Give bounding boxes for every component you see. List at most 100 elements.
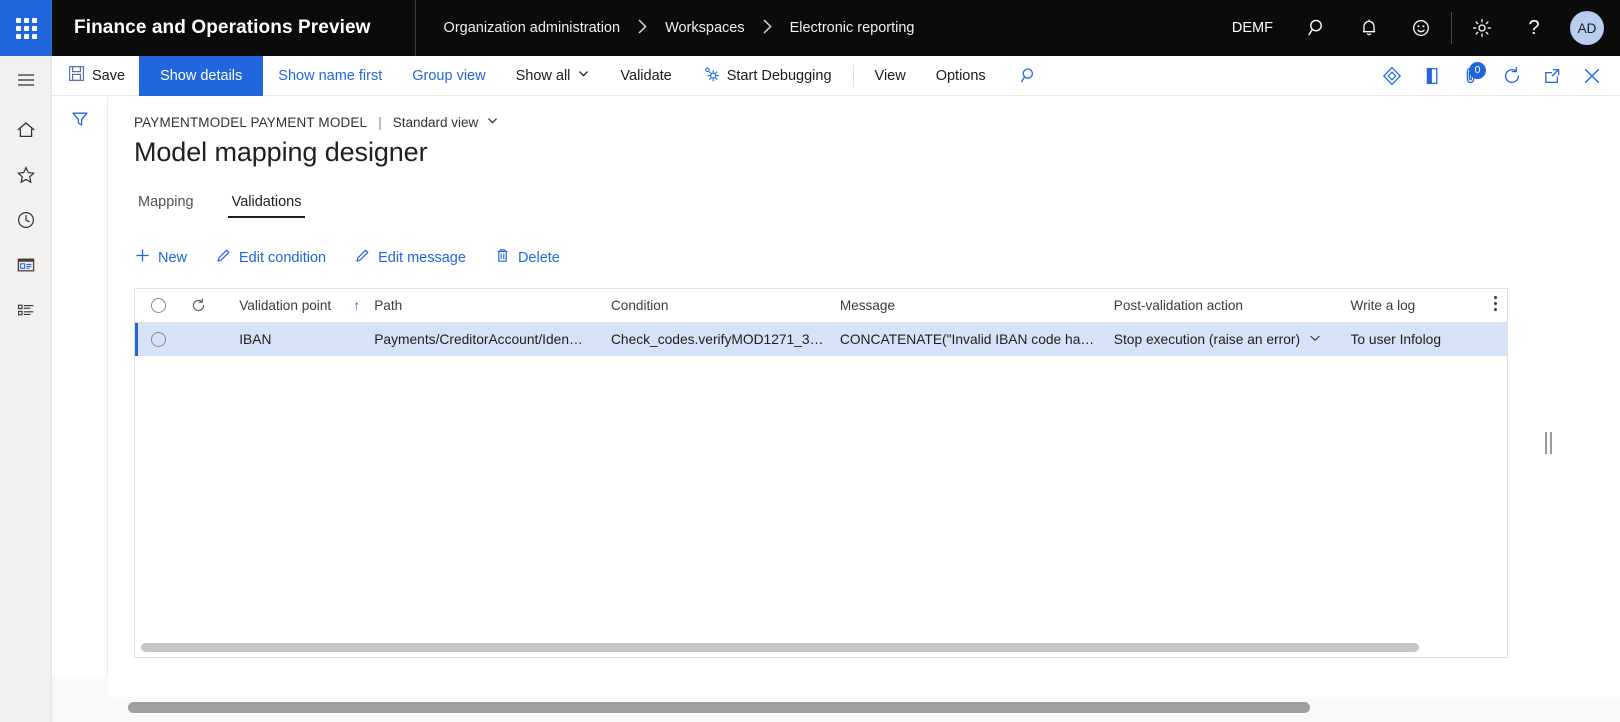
start-debugging-button[interactable]: Start Debugging [687, 56, 847, 96]
breadcrumb-item-organization-administration[interactable]: Organization administration [444, 20, 621, 36]
view-label: View [874, 67, 906, 84]
attachments-count-badge: 0 [1469, 61, 1486, 79]
new-button[interactable]: New [134, 241, 201, 274]
table-row[interactable]: IBAN Payments/CreditorAccount/Iden… Chec… [135, 323, 1507, 356]
options-label: Options [935, 67, 986, 84]
column-options-icon[interactable] [1494, 296, 1497, 311]
breadcrumb-separator-icon [620, 18, 665, 38]
refresh-icon[interactable] [1492, 56, 1532, 96]
filter-pane [52, 97, 108, 677]
attachments-icon[interactable]: 0 [1452, 56, 1492, 96]
tab-mapping[interactable]: Mapping [134, 190, 198, 218]
feedback-smiley-icon[interactable] [1395, 0, 1447, 56]
plus-icon [134, 247, 151, 268]
delete-button[interactable]: Delete [494, 241, 574, 274]
validate-label: Validate [620, 67, 672, 84]
command-bar: Save Show details Show name first Group … [52, 55, 1620, 96]
delete-label: Delete [517, 249, 560, 266]
edit-message-button[interactable]: Edit message [354, 241, 480, 274]
favorites-star-icon[interactable] [0, 152, 52, 197]
notifications-bell-icon[interactable] [1343, 0, 1395, 56]
avatar[interactable]: AD [1570, 11, 1604, 45]
show-details-button[interactable]: Show details [139, 55, 264, 96]
select-all-cell[interactable] [135, 298, 182, 313]
app-launcher-button[interactable] [0, 0, 52, 56]
view-menu-button[interactable]: View [860, 56, 921, 96]
column-header-post-validation-action[interactable]: Post-validation action [1114, 298, 1351, 313]
filter-icon[interactable] [70, 109, 90, 677]
column-header-condition[interactable]: Condition [611, 298, 840, 313]
chevron-down-icon [486, 114, 499, 130]
open-in-new-window-icon[interactable] [1532, 56, 1572, 96]
page-title: Model mapping designer [134, 137, 428, 167]
home-icon[interactable] [0, 107, 52, 152]
close-icon[interactable] [1572, 56, 1612, 96]
command-bar-divider [852, 64, 854, 87]
modules-list-icon[interactable] [0, 287, 52, 332]
cell-post-validation-action-value: Stop execution (raise an error) [1113, 332, 1301, 347]
breadcrumb-item-electronic-reporting[interactable]: Electronic reporting [790, 20, 915, 36]
grid-horizontal-scrollbar-thumb[interactable] [141, 643, 1419, 652]
save-label: Save [92, 67, 126, 84]
command-bar-search-icon[interactable] [1009, 56, 1049, 96]
workspaces-icon[interactable] [0, 242, 52, 287]
column-header-message[interactable]: Message [840, 298, 1114, 313]
show-all-dropdown[interactable]: Show all [501, 56, 606, 96]
validations-grid: Validation point ↑ Path Condition Messag… [134, 288, 1508, 658]
start-debugging-label: Start Debugging [726, 67, 832, 84]
cell-condition[interactable]: Check_codes.verifyMOD1271_3… [611, 332, 840, 347]
column-header-validation-point-label: Validation point [239, 298, 332, 313]
edit-message-label: Edit message [378, 249, 466, 266]
column-header-condition-label: Condition [610, 298, 669, 313]
grid-refresh-cell[interactable] [182, 297, 215, 314]
validate-button[interactable]: Validate [605, 56, 686, 96]
grid-horizontal-scrollbar[interactable] [141, 643, 1501, 652]
personalize-diamond-icon[interactable] [1372, 56, 1412, 96]
cell-post-validation-action[interactable]: Stop execution (raise an error) [1114, 331, 1351, 348]
breadcrumb-divider: | [378, 114, 382, 130]
chevron-down-icon[interactable] [1308, 331, 1322, 348]
cell-message[interactable]: CONCATENATE("Invalid IBAN code ha… [840, 332, 1114, 347]
show-name-first-button[interactable]: Show name first [263, 56, 397, 96]
breadcrumb-item-workspaces[interactable]: Workspaces [665, 20, 745, 36]
row-select-radio[interactable] [150, 332, 166, 347]
topbar-right-actions: DEMF ? AD [1214, 0, 1620, 56]
column-header-path[interactable]: Path [374, 298, 611, 313]
chevron-down-icon [577, 67, 590, 84]
column-header-post-validation-action-label: Post-validation action [1113, 298, 1243, 313]
edit-condition-button[interactable]: Edit condition [215, 241, 340, 274]
edit-condition-label: Edit condition [239, 249, 327, 266]
group-view-label: Group view [412, 67, 486, 84]
cell-validation-point[interactable]: IBAN [215, 332, 374, 347]
row-select-cell[interactable] [135, 332, 182, 347]
sort-ascending-icon: ↑ [353, 298, 361, 313]
column-header-write-a-log[interactable]: Write a log [1351, 298, 1508, 313]
save-button[interactable]: Save [52, 56, 139, 96]
pane-splitter-handle[interactable] [1541, 430, 1555, 456]
options-menu-button[interactable]: Options [921, 56, 1001, 96]
column-header-write-a-log-label: Write a log [1350, 298, 1416, 313]
help-question-icon[interactable]: ? [1508, 0, 1560, 56]
group-view-button[interactable]: Group view [397, 56, 500, 96]
view-selector[interactable]: Standard view [393, 114, 500, 130]
cell-path[interactable]: Payments/CreditorAccount/Iden… [374, 332, 611, 347]
recent-clock-icon[interactable] [0, 197, 52, 242]
tab-mapping-label: Mapping [138, 194, 194, 210]
breadcrumb-separator-icon-2 [745, 18, 790, 38]
open-in-office-icon[interactable] [1412, 56, 1452, 96]
pencil-icon [354, 247, 371, 268]
cell-write-a-log[interactable]: To user Infolog [1351, 332, 1508, 347]
app-title: Finance and Operations Preview [74, 17, 371, 38]
show-details-label: Show details [160, 67, 243, 84]
page-horizontal-scrollbar[interactable] [128, 702, 1310, 713]
company-selector[interactable]: DEMF [1214, 20, 1291, 36]
trash-icon [494, 247, 511, 268]
tab-validations[interactable]: Validations [227, 190, 306, 218]
column-header-validation-point[interactable]: Validation point ↑ [215, 298, 374, 313]
topbar-icon-divider [1451, 12, 1452, 44]
settings-gear-icon[interactable] [1456, 0, 1508, 56]
navigation-menu-icon[interactable] [0, 60, 52, 100]
top-navigation-bar: Finance and Operations Preview Organizat… [0, 0, 1620, 56]
select-all-radio[interactable] [150, 298, 166, 313]
search-icon[interactable] [1291, 0, 1343, 56]
